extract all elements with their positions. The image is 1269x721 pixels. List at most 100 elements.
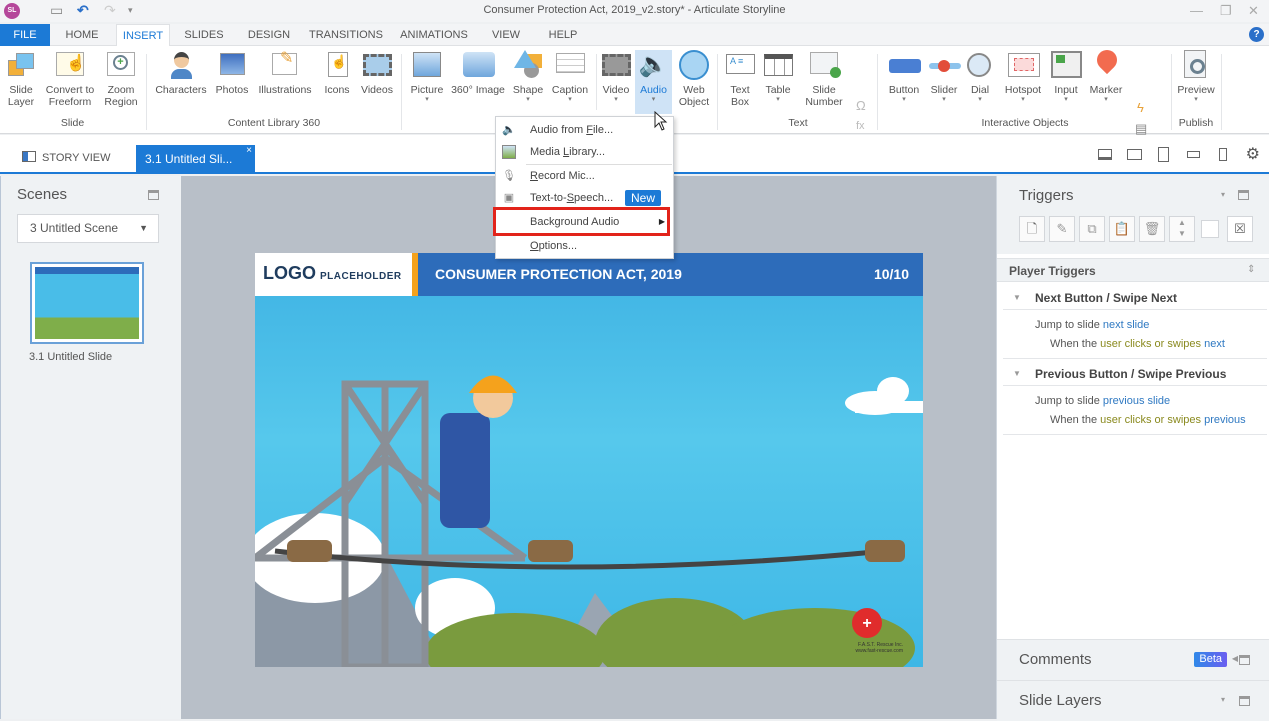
button-icon <box>889 50 921 80</box>
desktop-preview-icon[interactable] <box>1098 149 1112 160</box>
trigger-item-next[interactable]: ▼ Next Button / Swipe Next <box>1003 286 1267 310</box>
gear-icon[interactable]: ⚙ <box>1246 144 1260 164</box>
group-label-publish: Publish <box>1178 117 1214 129</box>
trigger-icon[interactable]: ϟ <box>1137 100 1144 115</box>
player-triggers-header[interactable]: Player Triggers ⇕ <box>997 258 1269 282</box>
globe-icon <box>679 50 709 80</box>
symbol-icon[interactable]: Ω <box>856 98 866 113</box>
preview-magnifier-icon <box>1181 50 1211 80</box>
trigger-item-previous[interactable]: ▼ Previous Button / Swipe Previous <box>1003 362 1267 386</box>
panel-restore-icon[interactable] <box>148 190 159 200</box>
tab-home[interactable]: HOME <box>56 24 108 46</box>
tab-insert[interactable]: INSERT <box>116 24 170 47</box>
slider-button[interactable]: Slider ▾ <box>926 50 962 104</box>
collapse-icon[interactable]: ▾ <box>1221 190 1225 199</box>
divider <box>1003 434 1267 435</box>
photos-button[interactable]: Photos <box>212 50 252 96</box>
characters-button[interactable]: Characters <box>152 50 210 96</box>
web-object-button[interactable]: Web Object <box>675 50 713 108</box>
menu-item-text-to-speech[interactable]: ▣ Text-to-Speech... New <box>496 187 673 209</box>
slide-illustration: + <box>255 375 923 667</box>
panel-restore-icon[interactable] <box>1239 696 1250 706</box>
hotspot-button[interactable]: Hotspot ▾ <box>1000 50 1046 104</box>
preview-button[interactable]: Preview ▾ <box>1175 50 1217 104</box>
story-view-tab[interactable]: STORY VIEW <box>22 151 110 164</box>
convert-to-freeform-button[interactable]: ☝ Convert to Freeform <box>41 50 99 108</box>
reorder-trigger-button[interactable]: ▲ ▼ <box>1169 216 1195 242</box>
slide-thumbnail[interactable] <box>30 262 144 344</box>
audio-file-icon: 🔈 <box>502 124 516 136</box>
table-button[interactable]: Table ▾ <box>760 50 796 104</box>
new-trigger-button[interactable]: 🗋 <box>1019 216 1045 242</box>
marker-button[interactable]: Marker ▾ <box>1087 45 1125 104</box>
close-button[interactable]: ✕ <box>1248 3 1259 19</box>
dial-button[interactable]: Dial ▾ <box>965 50 995 104</box>
triggers-header: Triggers ▾ 🗋 ✎ ⧉ 📋 🗑 ▲ ▼ ☒ <box>997 176 1269 254</box>
caption-button[interactable]: Caption ▾ <box>548 50 592 104</box>
menu-item-media-library[interactable]: Media Library... <box>496 141 673 163</box>
trigger-action-line[interactable]: Jump to slide next slide <box>1035 319 1149 331</box>
marker-pin-icon <box>1091 45 1122 80</box>
trees <box>425 598 915 667</box>
phone-portrait-icon[interactable] <box>1219 148 1227 161</box>
slide-layers-panel-header[interactable]: Slide Layers ▾ <box>997 680 1269 721</box>
trigger-event-line[interactable]: When the user clicks or swipes previous <box>1050 414 1246 426</box>
edit-trigger-button[interactable]: ✎ <box>1049 216 1075 242</box>
trigger-event-line[interactable]: When the user clicks or swipes next <box>1050 338 1225 350</box>
tablet-portrait-icon[interactable] <box>1158 147 1169 162</box>
slide-header: LOGO PLACEHOLDER CONSUMER PROTECTION ACT,… <box>255 253 923 296</box>
slide-layer-button[interactable]: Slide Layer <box>3 50 39 108</box>
slide-number-button[interactable]: Slide Number <box>803 50 845 108</box>
picture-button[interactable]: Picture ▾ <box>408 50 446 104</box>
scenes-title: Scenes <box>17 186 68 203</box>
slide-tab[interactable]: 3.1 Untitled Sli... × <box>136 145 255 174</box>
video-icon <box>601 50 631 80</box>
video-button[interactable]: Video ▾ <box>599 50 633 104</box>
shape-button[interactable]: Shape ▾ <box>510 50 546 104</box>
tab-design[interactable]: DESIGN <box>240 24 298 46</box>
delete-trigger-button[interactable]: 🗑 <box>1139 216 1165 242</box>
tab-file[interactable]: FILE <box>0 24 50 46</box>
ribbon-separator <box>596 54 597 110</box>
tab-animations[interactable]: ANIMATIONS <box>394 24 474 46</box>
collapse-icon[interactable]: ▾ <box>1221 695 1225 704</box>
help-icon[interactable]: ? <box>1249 27 1264 42</box>
menu-item-audio-from-file[interactable]: 🔈 Audio from File... <box>496 119 673 141</box>
icons-button[interactable]: ☝ Icons <box>320 50 354 96</box>
tablet-landscape-icon[interactable] <box>1127 149 1142 160</box>
videos-button[interactable]: Videos <box>357 50 397 96</box>
trigger-action-line[interactable]: Jump to slide previous slide <box>1035 395 1170 407</box>
input-button[interactable]: Input ▾ <box>1048 50 1084 104</box>
button-button[interactable]: Button ▾ <box>884 50 924 104</box>
hotspot-icon <box>1008 50 1040 80</box>
phone-landscape-icon[interactable] <box>1187 151 1200 158</box>
illustrations-button[interactable]: ✎ Illustrations <box>254 50 316 97</box>
comments-panel-header[interactable]: Comments Beta ◀ <box>997 639 1269 680</box>
tab-transitions[interactable]: TRANSITIONS <box>306 24 386 46</box>
variables-button[interactable]: ☒ <box>1227 216 1253 242</box>
close-tab-icon[interactable]: × <box>246 136 252 165</box>
tab-view[interactable]: VIEW <box>484 24 528 46</box>
new-badge: New <box>624 190 661 206</box>
restore-button[interactable]: ❐ <box>1220 3 1232 19</box>
paste-trigger-button[interactable]: 📋 <box>1109 216 1135 242</box>
tab-slides[interactable]: SLIDES <box>178 24 230 46</box>
menu-item-options[interactable]: Options... <box>496 235 673 257</box>
collapse-all-icon[interactable]: ⇕ <box>1247 264 1255 275</box>
zoom-region-button[interactable]: + Zoom Region <box>101 50 141 108</box>
chevron-down-icon: ▼ <box>139 223 148 233</box>
360-image-button[interactable]: 360° Image <box>449 50 507 96</box>
audio-button[interactable]: 🔈 Audio ▾ <box>635 50 672 114</box>
copy-trigger-button[interactable]: ⧉ <box>1079 216 1105 242</box>
tab-help[interactable]: HELP <box>540 24 586 46</box>
expand-icon: ▼ <box>1013 293 1021 302</box>
trigger-checkbox[interactable] <box>1201 220 1219 238</box>
text-box-button[interactable]: A ≡ Text Box <box>723 50 757 108</box>
expand-left-icon[interactable]: ◀ <box>1232 654 1238 663</box>
menu-item-record-mic[interactable]: 🎙 Record Mic... <box>496 165 673 187</box>
panel-restore-icon[interactable] <box>1238 190 1249 200</box>
slide-stage[interactable]: + F.A.S.T. Rescue Inc. www.fast-rescue.co… <box>255 253 923 667</box>
panel-restore-icon[interactable] <box>1239 655 1250 665</box>
scene-dropdown[interactable]: 3 Untitled Scene ▼ <box>17 214 159 243</box>
minimize-button[interactable]: — <box>1190 3 1203 18</box>
